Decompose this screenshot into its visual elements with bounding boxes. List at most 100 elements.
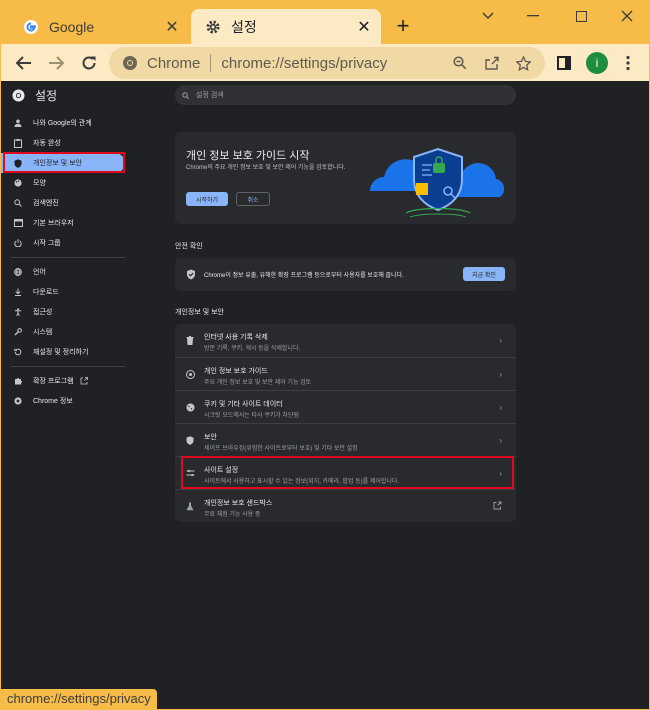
privacy-guide-description: Chrome의 주요 개인 정보 보호 및 보안 제어 기능을 검토합니다.	[186, 165, 346, 171]
power-icon	[13, 238, 23, 248]
sidebar-item-system[interactable]: 시스템	[1, 322, 125, 342]
sidebar-item-google[interactable]: 나와 Google의 관계	[1, 113, 125, 133]
person-icon	[13, 118, 23, 128]
row-subtitle: 세이프 브라우징(위험한 사이트로부터 보호) 및 기타 보안 설정	[204, 446, 358, 452]
privacy-guide-illustration	[366, 139, 506, 219]
chevron-right-icon: ›	[499, 436, 502, 445]
reset-icon	[13, 347, 23, 357]
row-privacy-guide[interactable]: 개인 정보 보호 가이드 주요 개인 정보 보호 및 보안 제어 기능 검토 ›	[175, 358, 516, 391]
row-subtitle: 무료 체험 기능 사용 중	[204, 512, 261, 518]
privacy-section-heading: 개인정보 및 보안	[175, 309, 224, 316]
sidebar-item-languages[interactable]: 언어	[1, 262, 125, 282]
sidebar-item-downloads[interactable]: 다운로드	[1, 282, 125, 302]
forward-button[interactable]	[43, 50, 69, 76]
new-tab-button[interactable]: +	[391, 15, 415, 39]
sidebar-item-label: 검색엔진	[33, 200, 59, 207]
sidebar-item-label: 시작 그룹	[33, 240, 61, 247]
chrome-logo-icon	[12, 89, 25, 102]
divider	[11, 257, 125, 258]
search-placeholder: 설정 검색	[196, 92, 224, 99]
safety-check-text: Chrome이 정보 유출, 유해한 확장 프로그램 등으로부터 사용자를 보호…	[204, 273, 404, 279]
bookmark-star-icon[interactable]	[513, 53, 533, 73]
tab-title: Google	[49, 18, 95, 35]
avatar[interactable]: i	[586, 52, 608, 74]
close-icon[interactable]	[607, 5, 647, 27]
side-panel-icon[interactable]	[551, 50, 577, 76]
address-bar[interactable]: Chrome chrome://settings/privacy	[109, 47, 545, 79]
sidebar-item-on-startup[interactable]: 시작 그룹	[1, 233, 125, 253]
sidebar-item-label: 자동 완성	[33, 140, 61, 147]
row-security[interactable]: 보안 세이프 브라우징(위험한 사이트로부터 보호) 및 기타 보안 설정 ›	[175, 424, 516, 457]
sidebar-item-extensions[interactable]: 확장 프로그램	[1, 371, 125, 391]
shield-icon	[185, 435, 195, 445]
divider	[11, 366, 125, 367]
sidebar-item-label: 재설정 및 정리하기	[33, 349, 89, 356]
site-label: Chrome	[147, 54, 201, 72]
search-input[interactable]: 설정 검색	[175, 85, 516, 105]
accessibility-icon	[13, 307, 23, 317]
zoom-icon[interactable]	[450, 53, 470, 73]
status-bar: chrome://settings/privacy	[1, 689, 157, 709]
safety-check-heading: 안전 확인	[175, 243, 203, 250]
sidebar-item-appearance[interactable]: 모양	[1, 173, 125, 193]
sidebar-item-reset[interactable]: 재설정 및 정리하기	[1, 342, 125, 362]
reload-button[interactable]	[76, 50, 102, 76]
download-icon	[13, 287, 23, 297]
close-tab-icon[interactable]: ✕	[353, 16, 375, 38]
chevron-right-icon: ›	[499, 336, 502, 345]
row-subtitle: 주요 개인 정보 보호 및 보안 제어 기능 검토	[204, 380, 312, 386]
sidebar-item-default-browser[interactable]: 기본 브라우저	[1, 213, 125, 233]
chevron-right-icon: ›	[499, 403, 502, 412]
globe-icon	[13, 267, 23, 277]
highlight-box	[181, 456, 514, 489]
sidebar-item-label: 나와 Google의 관계	[33, 120, 92, 127]
clipboard-icon	[13, 138, 23, 148]
more-menu-icon[interactable]	[615, 50, 641, 76]
separator	[210, 54, 212, 72]
search-icon	[13, 198, 23, 208]
chevron-down-icon[interactable]	[468, 5, 508, 27]
trash-icon	[185, 335, 195, 345]
sidebar-item-label: Chrome 정보	[33, 398, 73, 405]
url-text: chrome://settings/privacy	[221, 54, 388, 72]
puzzle-icon	[13, 376, 23, 386]
tab-settings[interactable]: 설정 ✕	[191, 9, 381, 44]
flask-icon	[185, 501, 195, 511]
sidebar-item-autofill[interactable]: 자동 완성	[1, 133, 125, 153]
maximize-icon[interactable]	[561, 5, 601, 27]
back-button[interactable]	[11, 50, 37, 76]
sidebar-item-label: 접근성	[33, 309, 53, 316]
tab-title: 설정	[231, 18, 257, 35]
row-subtitle: 시크릿 모드에서는 타사 쿠키가 차단됨	[204, 413, 299, 419]
chrome-icon	[121, 54, 139, 72]
search-icon	[182, 91, 189, 99]
cookie-icon	[185, 402, 195, 412]
sidebar-item-label: 다운로드	[33, 289, 59, 296]
highlight-box	[3, 152, 125, 173]
share-icon[interactable]	[482, 53, 502, 73]
shield-check-icon	[186, 269, 196, 280]
row-cookies[interactable]: 쿠키 및 기타 사이트 데이터 시크릿 모드에서는 타사 쿠키가 차단됨 ›	[175, 391, 516, 424]
row-clear-browsing-data[interactable]: 인터넷 사용 기록 삭제 방문 기록, 쿠키, 캐시 등을 삭제합니다. ›	[175, 324, 516, 357]
row-title: 쿠키 및 기타 사이트 데이터	[204, 401, 283, 408]
privacy-guide-title: 개인 정보 보호 가이드 시작	[186, 150, 310, 162]
sidebar-item-label: 언어	[33, 269, 46, 276]
row-privacy-sandbox[interactable]: 개인정보 보호 샌드박스 무료 체험 기능 사용 중	[175, 490, 516, 523]
sidebar-item-label: 확장 프로그램	[33, 378, 74, 385]
external-link-icon	[80, 377, 88, 385]
row-title: 보안	[204, 434, 217, 441]
sidebar-item-search-engine[interactable]: 검색엔진	[1, 193, 125, 213]
sidebar-item-about-chrome[interactable]: Chrome 정보	[1, 391, 125, 411]
sidebar-item-label: 모양	[33, 180, 46, 187]
start-guide-button[interactable]: 시작하기	[186, 192, 228, 206]
check-now-button[interactable]: 지금 확인	[463, 267, 505, 281]
google-g-icon	[23, 19, 39, 35]
minimize-icon[interactable]	[513, 5, 553, 27]
row-title: 개인정보 보호 샌드박스	[204, 500, 273, 507]
cancel-button[interactable]: 취소	[236, 192, 270, 206]
close-tab-icon[interactable]: ✕	[161, 16, 183, 38]
tab-google[interactable]: Google ✕	[9, 9, 189, 44]
sidebar-item-accessibility[interactable]: 접근성	[1, 302, 125, 322]
row-title: 인터넷 사용 기록 삭제	[204, 334, 268, 341]
sidebar-item-label: 시스템	[33, 329, 53, 336]
